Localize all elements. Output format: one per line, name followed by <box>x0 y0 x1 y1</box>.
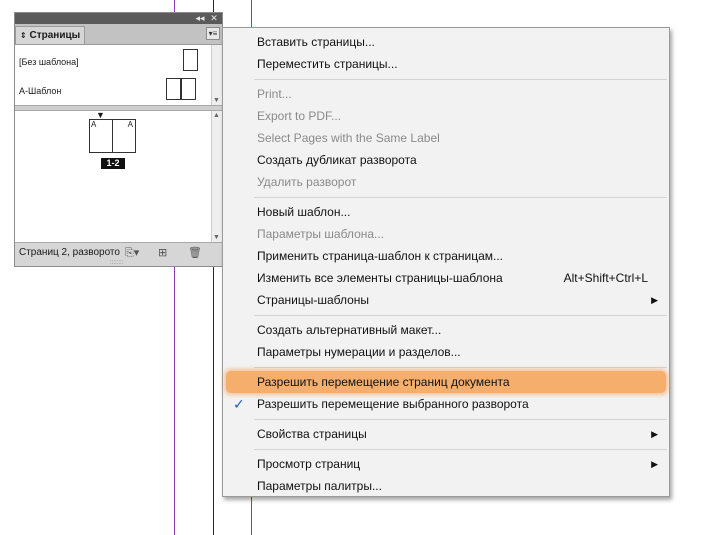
scroll-up-icon[interactable]: ▲ <box>213 112 220 119</box>
menu-item-numbering-sections[interactable]: Параметры нумерации и разделов... <box>224 341 668 363</box>
menu-item-alternate-layout[interactable]: Создать альтернативный макет... <box>224 319 668 341</box>
menu-separator <box>254 79 667 80</box>
menu-item-label: Новый шаблон... <box>257 205 351 219</box>
menu-item-label: Параметры шаблона... <box>257 227 385 241</box>
menu-item-label: Страницы-шаблоны <box>257 293 370 307</box>
checkmark-icon: ✓ <box>233 396 245 412</box>
menu-item-shortcut: Alt+Shift+Ctrl+L <box>563 271 648 285</box>
menu-separator <box>254 419 667 420</box>
menu-item-export-pdf: Export to PDF... <box>224 105 668 127</box>
menu-item-label: Просмотр страниц <box>257 457 361 471</box>
resize-grip-icon[interactable]: :::::::: <box>110 260 123 266</box>
panel-context-menu: Вставить страницы... Переместить страниц… <box>222 27 670 497</box>
double-arrow-icon: ⇕ <box>20 31 27 40</box>
menu-item-label: Применить страница-шаблон к страницам... <box>257 249 504 263</box>
panel-menu-button[interactable]: ▾≡ <box>206 27 220 40</box>
page-thumbnail-2[interactable]: A <box>112 119 136 153</box>
menu-item-label: Создать дубликат разворота <box>257 153 417 167</box>
edit-page-size-icon[interactable]: ⎘▾ <box>125 246 139 260</box>
panel-tab-row: ⇕ Страницы ▾≡ <box>15 24 222 45</box>
menu-item-view-pages[interactable]: Просмотр страниц ▶ <box>224 453 668 475</box>
panel-titlebar[interactable]: ◂◂ ✕ <box>15 13 222 24</box>
menu-item-label: Изменить все элементы страницы-шаблона <box>257 271 503 285</box>
collapse-icon[interactable]: ◂◂ <box>194 13 206 24</box>
trash-icon[interactable]: 🗑 <box>188 246 202 259</box>
menu-item-label: Параметры палитры... <box>257 479 382 493</box>
menu-item-insert-pages[interactable]: Вставить страницы... <box>224 31 668 53</box>
menu-item-print: Print... <box>224 83 668 105</box>
menu-item-label: Вставить страницы... <box>257 35 375 49</box>
menu-item-label: Select Pages with the Same Label <box>257 131 440 145</box>
masters-scrollbar[interactable]: ▼ <box>211 45 222 105</box>
page-count-status: Страниц 2, разворото <box>19 247 120 258</box>
menu-item-label: Export to PDF... <box>257 109 342 123</box>
master-label: [Без шаблона] <box>19 57 79 67</box>
masters-list: [Без шаблона] А-Шаблон ▼ <box>15 45 222 105</box>
menu-item-label: Print... <box>257 87 292 101</box>
new-page-icon[interactable]: ⊞ <box>158 246 167 259</box>
page-master-prefix: A <box>127 120 133 129</box>
menu-item-page-attributes[interactable]: Свойства страницы ▶ <box>224 423 668 445</box>
menu-item-master-options: Параметры шаблона... <box>224 223 668 245</box>
panel-menu-icon: ▾≡ <box>208 29 218 38</box>
tab-pages-label: Страницы <box>29 30 81 41</box>
menu-separator <box>254 315 667 316</box>
pages-list: ▼ A A 1-2 ▲ ▼ <box>15 110 222 242</box>
scroll-down-icon[interactable]: ▼ <box>213 234 220 241</box>
tab-pages[interactable]: ⇕ Страницы <box>15 26 85 44</box>
page-master-prefix: A <box>91 120 97 129</box>
menu-item-label: Разрешить перемещение выбранного разворо… <box>257 397 529 411</box>
master-thumbnail-a-left[interactable] <box>166 78 181 100</box>
menu-item-override-master-items[interactable]: Изменить все элементы страницы-шаблона A… <box>224 267 668 289</box>
menu-item-label: Переместить страницы... <box>257 57 398 71</box>
master-label: А-Шаблон <box>19 86 62 96</box>
submenu-arrow-icon: ▶ <box>651 429 658 439</box>
pages-panel: ◂◂ ✕ ⇕ Страницы ▾≡ [Без шаблона] А-Шабло… <box>14 12 223 267</box>
master-thumbnail-none[interactable] <box>183 49 198 71</box>
menu-separator <box>254 197 667 198</box>
spread-label: 1-2 <box>101 158 125 169</box>
menu-item-label: Разрешить перемещение страниц документа <box>257 375 510 389</box>
pages-scrollbar[interactable]: ▲ ▼ <box>211 111 222 242</box>
menu-separator <box>254 367 667 368</box>
menu-item-master-pages[interactable]: Страницы-шаблоны ▶ <box>224 289 668 311</box>
menu-item-label: Удалить разворот <box>257 175 357 189</box>
master-item-none[interactable]: [Без шаблона] <box>19 57 79 67</box>
menu-item-duplicate-spread[interactable]: Создать дубликат разворота <box>224 149 668 171</box>
page-thumbnail-1[interactable]: A <box>89 119 113 153</box>
menu-item-allow-document-pages-shuffle[interactable]: Разрешить перемещение страниц документа <box>226 371 666 393</box>
menu-item-allow-selected-spread-shuffle[interactable]: ✓ Разрешить перемещение выбранного разво… <box>224 393 668 415</box>
close-icon[interactable]: ✕ <box>208 13 220 24</box>
menu-item-label: Параметры нумерации и разделов... <box>257 345 461 359</box>
master-item-a[interactable]: А-Шаблон <box>19 86 61 96</box>
menu-item-delete-spread: Удалить разворот <box>224 171 668 193</box>
submenu-arrow-icon: ▶ <box>651 459 658 469</box>
menu-item-panel-options[interactable]: Параметры палитры... <box>224 475 668 497</box>
submenu-arrow-icon: ▶ <box>651 295 658 305</box>
menu-separator <box>254 449 667 450</box>
menu-item-apply-master[interactable]: Применить страница-шаблон к страницам... <box>224 245 668 267</box>
menu-item-label: Создать альтернативный макет... <box>257 323 442 337</box>
scroll-down-icon[interactable]: ▼ <box>213 97 220 104</box>
menu-item-move-pages[interactable]: Переместить страницы... <box>224 53 668 75</box>
menu-item-new-master[interactable]: Новый шаблон... <box>224 201 668 223</box>
master-thumbnail-a-right[interactable] <box>181 78 196 100</box>
menu-item-select-same-label: Select Pages with the Same Label <box>224 127 668 149</box>
menu-item-label: Свойства страницы <box>257 427 367 441</box>
